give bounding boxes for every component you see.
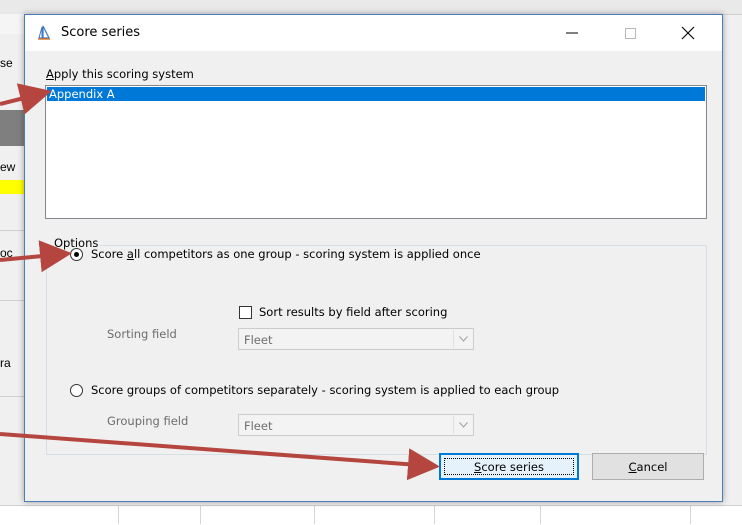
sorting-field-combobox[interactable]: Fleet [238,328,474,350]
apply-label-rest: pply this scoring system [53,67,194,81]
sort-results-checkbox[interactable] [239,306,252,319]
background-grid-row [0,505,742,525]
score-series-dialog: Score series Apply this scoring system A… [24,14,723,502]
background-toolbar [0,0,742,15]
score-groups-radio[interactable] [70,384,83,397]
close-button[interactable] [665,15,711,51]
background-text-fragment: ew [0,160,16,174]
scoring-system-list[interactable]: Appendix A [45,85,707,219]
focus-rectangle [444,458,574,475]
score-all-radio[interactable] [70,248,83,261]
background-text-fragment: ra [0,356,11,370]
chevron-down-icon[interactable] [453,330,472,348]
score-groups-label[interactable]: Score groups of competitors separately -… [91,383,559,397]
background-text-fragment: oc [0,246,13,260]
apply-label-mnemonic: A [46,67,54,81]
grouping-field-value: Fleet [244,419,273,433]
radio-selected-dot [74,252,79,257]
minimize-button[interactable] [549,15,595,51]
cancel-button[interactable]: Cancel [592,453,704,480]
sorting-field-label: Sorting field [107,327,177,341]
sort-results-label[interactable]: Sort results by field after scoring [259,305,447,319]
close-icon [681,26,695,40]
maximize-button[interactable] [607,15,653,51]
score-all-label[interactable]: Score all competitors as one group - sco… [91,247,481,261]
apply-scoring-system-label: Apply this scoring system [46,67,194,81]
grouping-field-label: Grouping field [107,414,189,428]
title-bar[interactable]: Score series [25,15,722,51]
list-item-appendix-a[interactable]: Appendix A [47,87,705,101]
minimize-icon [566,32,578,34]
sorting-field-value: Fleet [244,333,273,347]
sailboat-icon [37,25,51,41]
dialog-title: Score series [61,25,141,40]
chevron-down-icon[interactable] [453,416,472,434]
grouping-field-combobox[interactable]: Fleet [238,414,474,436]
score-series-button[interactable]: Score series [439,453,579,480]
background-text-fragment: se [0,56,13,70]
maximize-icon [624,27,636,39]
